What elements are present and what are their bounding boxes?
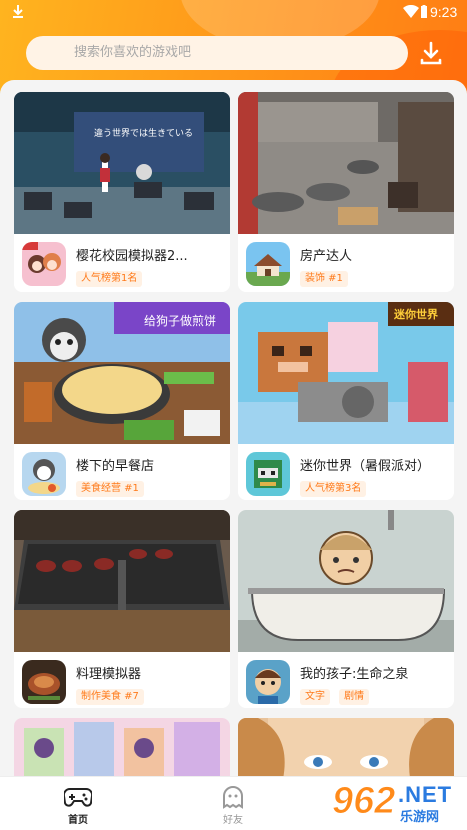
game-cover[interactable] xyxy=(238,510,454,652)
game-app-icon xyxy=(246,660,290,704)
game-title: 樱花校园模拟器2... xyxy=(76,249,188,264)
game-app-icon xyxy=(246,242,290,286)
game-card[interactable]: 料理模拟器 制作美食 #7 xyxy=(14,510,230,708)
status-time: 9:23 xyxy=(430,4,458,20)
game-tag: 文字 xyxy=(300,689,330,705)
cover-logo-text: 迷你世界 xyxy=(394,308,438,321)
game-title: 我的孩子:生命之泉 xyxy=(300,667,409,682)
game-title: 料理模拟器 xyxy=(76,667,142,682)
game-app-icon xyxy=(22,660,66,704)
watermark-sub: 乐游网 xyxy=(400,810,440,825)
game-tag: 剧情 xyxy=(339,689,370,705)
game-tag: 美食经营 #1 xyxy=(76,481,144,497)
cover-banner-text: 给狗子做煎饼 xyxy=(144,314,217,328)
game-card[interactable]: 迷你世界 迷你世界（暑假派对） 人气榜第3名 xyxy=(238,302,454,500)
watermark-site: .NET xyxy=(398,782,453,807)
game-title: 迷你世界（暑假派对） xyxy=(300,459,431,474)
ghost-icon xyxy=(223,786,243,809)
nav-home[interactable]: 首页 xyxy=(38,777,118,830)
search-input[interactable]: 搜索你喜欢的游戏吧 xyxy=(26,36,408,70)
cover-banner-text: 違う世界では生きている xyxy=(94,129,194,139)
game-app-icon xyxy=(22,242,66,286)
game-tag: 装饰 #1 xyxy=(300,271,348,287)
game-tag: 人气榜第3名 xyxy=(300,481,367,497)
search-placeholder: 搜索你喜欢的游戏吧 xyxy=(74,45,192,60)
game-card[interactable]: 我的孩子:生命之泉 文字 剧情 xyxy=(238,510,454,708)
game-list[interactable]: 違う世界では生きている 樱花校园模拟器2... 人气榜第1名 房产达人 装饰 #… xyxy=(0,80,467,780)
game-cover[interactable]: 给狗子做煎饼 xyxy=(14,302,230,444)
game-card[interactable]: 房产达人 装饰 #1 xyxy=(238,92,454,292)
game-card[interactable]: 给狗子做煎饼 楼下的早餐店 美食经营 #1 xyxy=(14,302,230,500)
wifi-icon xyxy=(403,4,419,22)
game-tags: 人气榜第1名 xyxy=(76,266,146,287)
nav-friends[interactable]: 好友 xyxy=(193,777,273,830)
game-title: 楼下的早餐店 xyxy=(76,459,155,474)
game-tags: 人气榜第3名 xyxy=(300,476,370,497)
game-tags: 装饰 #1 xyxy=(300,266,352,287)
game-tags: 美食经营 #1 xyxy=(76,476,148,497)
site-watermark: 962 .NET 乐游网 xyxy=(330,778,467,830)
game-tags: 制作美食 #7 xyxy=(76,684,148,705)
game-app-icon xyxy=(246,452,290,496)
nav-friends-label: 好友 xyxy=(223,815,243,826)
game-card[interactable] xyxy=(238,718,454,780)
game-tag: 制作美食 #7 xyxy=(76,689,144,705)
game-app-icon xyxy=(22,452,66,496)
battery-icon xyxy=(420,5,428,22)
download-button[interactable] xyxy=(418,40,444,66)
download-icon xyxy=(420,41,442,65)
game-card[interactable]: 違う世界では生きている 樱花校园模拟器2... 人气榜第1名 xyxy=(14,92,230,292)
nav-home-label: 首页 xyxy=(68,815,88,826)
status-bar: 9:23 xyxy=(0,0,467,26)
game-cover[interactable]: 違う世界では生きている xyxy=(14,92,230,234)
game-cover[interactable] xyxy=(14,510,230,652)
game-card[interactable] xyxy=(14,718,230,780)
game-title: 房产达人 xyxy=(300,249,353,264)
watermark-number: 962 xyxy=(331,780,396,823)
game-tags: 文字 剧情 xyxy=(300,684,373,705)
game-tag: 人气榜第1名 xyxy=(76,271,143,287)
game-cover[interactable]: 迷你世界 xyxy=(238,302,454,444)
game-cover[interactable] xyxy=(14,718,230,780)
gamepad-icon xyxy=(64,787,92,807)
download-status-icon xyxy=(12,4,24,22)
game-cover[interactable] xyxy=(238,92,454,234)
game-cover[interactable] xyxy=(238,718,454,780)
